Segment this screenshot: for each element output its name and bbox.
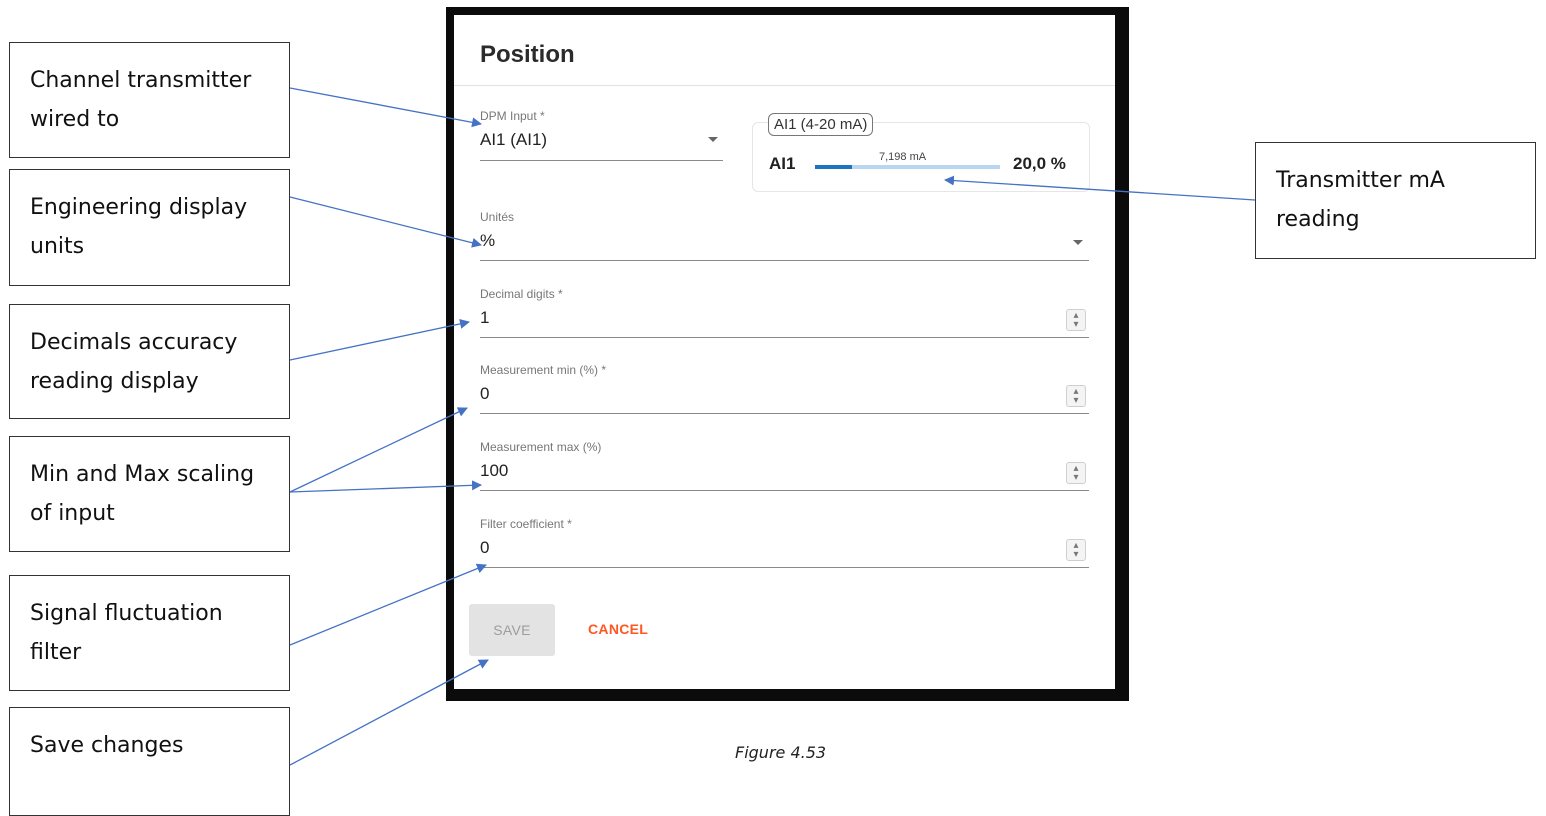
dpm-input-underline (480, 160, 723, 161)
callout-signal-filter: Signal fluctuation filter (9, 575, 290, 691)
dpm-input-label: DPM Input * (480, 109, 545, 123)
units-chevron-down-icon[interactable] (1073, 240, 1083, 245)
ai-range-chip: AI1 (4-20 mA) (768, 113, 874, 136)
callout-engineering-units: Engineering display units (9, 169, 290, 286)
callout-text: Engineering display units (30, 195, 248, 259)
callout-text: Channel transmitter wired to (30, 68, 252, 132)
decimal-digits-underline (480, 337, 1089, 338)
callout-text: Save changes (30, 733, 184, 758)
measurement-max-label: Measurement max (%) (480, 440, 602, 454)
ai-percent-reading: 20,0 % (1013, 154, 1066, 173)
decimal-digits-field[interactable]: Decimal digits * 1 (480, 287, 1089, 328)
ai-ma-reading: 7,198 mA (879, 151, 927, 163)
measurement-min-underline (480, 413, 1089, 414)
filter-coefficient-underline (480, 567, 1089, 568)
decimal-digits-label: Decimal digits * (480, 287, 563, 301)
dialog-title: Position (480, 41, 575, 68)
filter-coefficient-field[interactable]: Filter coefficient * 0 (480, 517, 1089, 558)
callout-min-max: Min and Max scaling of input (9, 436, 290, 552)
ai-level-bar-fill (815, 165, 852, 169)
callout-text: Signal fluctuation filter (30, 601, 223, 665)
callout-transmitter-reading: Transmitter mA reading (1255, 142, 1536, 259)
measurement-min-value: 0 (480, 384, 490, 403)
arrow-decimals (289, 318, 470, 361)
dpm-input-chevron-down-icon[interactable] (708, 137, 718, 142)
callout-text: Decimals accuracy reading display (30, 330, 238, 394)
figure-caption: Figure 4.53 (735, 743, 827, 762)
decimal-digits-value: 1 (480, 308, 490, 327)
measurement-min-stepper-icon[interactable]: ▴ ▾ (1066, 385, 1086, 407)
measurement-max-value: 100 (480, 461, 509, 480)
cancel-button[interactable]: CANCEL (588, 621, 648, 637)
units-value: % (480, 231, 496, 250)
arrow-min (289, 407, 468, 493)
callout-decimals: Decimals accuracy reading display (9, 304, 290, 419)
callout-save-changes: Save changes (9, 707, 290, 816)
position-dialog: Position DPM Input * AI1 (AI1) AI1 (4-20… (454, 15, 1115, 689)
callout-text: Min and Max scaling of input (30, 462, 255, 526)
save-button[interactable]: SAVE (469, 604, 555, 656)
title-divider (454, 85, 1115, 86)
dpm-input-select[interactable]: DPM Input * AI1 (AI1) (480, 109, 723, 150)
dpm-input-value: AI1 (AI1) (480, 130, 548, 149)
callout-text: Transmitter mA reading (1276, 168, 1445, 232)
measurement-min-field[interactable]: Measurement min (%) * 0 (480, 363, 1089, 404)
units-label: Unités (480, 210, 515, 224)
ai-name: AI1 (769, 154, 796, 173)
measurement-max-underline (480, 490, 1089, 491)
decimal-digits-stepper-icon[interactable]: ▴ ▾ (1066, 309, 1086, 331)
units-underline (480, 260, 1089, 261)
measurement-max-stepper-icon[interactable]: ▴ ▾ (1066, 462, 1086, 484)
callout-channel-transmitter: Channel transmitter wired to (9, 42, 290, 158)
filter-coefficient-label: Filter coefficient * (480, 517, 572, 531)
filter-coefficient-stepper-icon[interactable]: ▴ ▾ (1066, 539, 1086, 561)
measurement-max-field[interactable]: Measurement max (%) 100 (480, 440, 1089, 481)
units-select[interactable]: Unités % (480, 210, 1089, 251)
filter-coefficient-value: 0 (480, 538, 490, 557)
measurement-min-label: Measurement min (%) * (480, 363, 607, 377)
